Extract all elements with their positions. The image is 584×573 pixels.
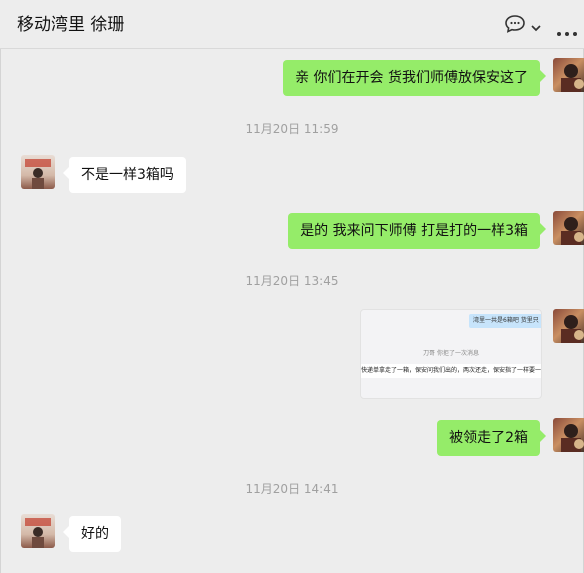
message-bubble-self[interactable]: 亲 你们在开会 货我们师傅放保安这了 (283, 60, 540, 96)
self-avatar[interactable] (553, 211, 584, 245)
contact-avatar[interactable] (21, 514, 55, 548)
self-avatar[interactable] (553, 309, 584, 343)
chevron-down-icon[interactable] (530, 18, 542, 37)
image-text-middle: 刀哥 你拒了一次消息 (423, 350, 479, 357)
message-bubble-other[interactable]: 不是一样3箱吗 (69, 157, 186, 193)
contact-avatar[interactable] (21, 155, 55, 189)
chat-header: 移动湾里 徐珊 (0, 0, 584, 49)
chat-bubble-icon[interactable] (504, 14, 526, 38)
timestamp: 11月20日 14:41 (245, 482, 339, 496)
message-bubble-other[interactable]: 好的 (69, 516, 121, 552)
more-icon[interactable] (556, 22, 578, 41)
image-message[interactable]: 湾里一共是6箱吧 货里只 刀哥 你拒了一次消息 快递单拿走了一箱，保安问我们出的… (360, 309, 542, 399)
image-text-top: 湾里一共是6箱吧 货里只 (469, 314, 541, 328)
image-text-bottom: 快递单拿走了一箱，保安问我们出的，两次还走，保安指了一样要一样拉一箱 (361, 364, 541, 378)
bubble-tail (540, 223, 546, 235)
bubble-tail (540, 70, 546, 82)
message-bubble-self[interactable]: 是的 我来问下师傅 打是打的一样3箱 (288, 213, 540, 249)
timestamp: 11月20日 13:45 (245, 274, 339, 288)
header-actions (494, 14, 584, 38)
chat-title: 移动湾里 徐珊 (17, 15, 125, 35)
self-avatar[interactable] (553, 418, 584, 452)
self-avatar[interactable] (553, 58, 584, 92)
timestamp: 11月20日 11:59 (245, 122, 339, 136)
bubble-tail (540, 430, 546, 442)
message-bubble-self[interactable]: 被领走了2箱 (437, 420, 540, 456)
